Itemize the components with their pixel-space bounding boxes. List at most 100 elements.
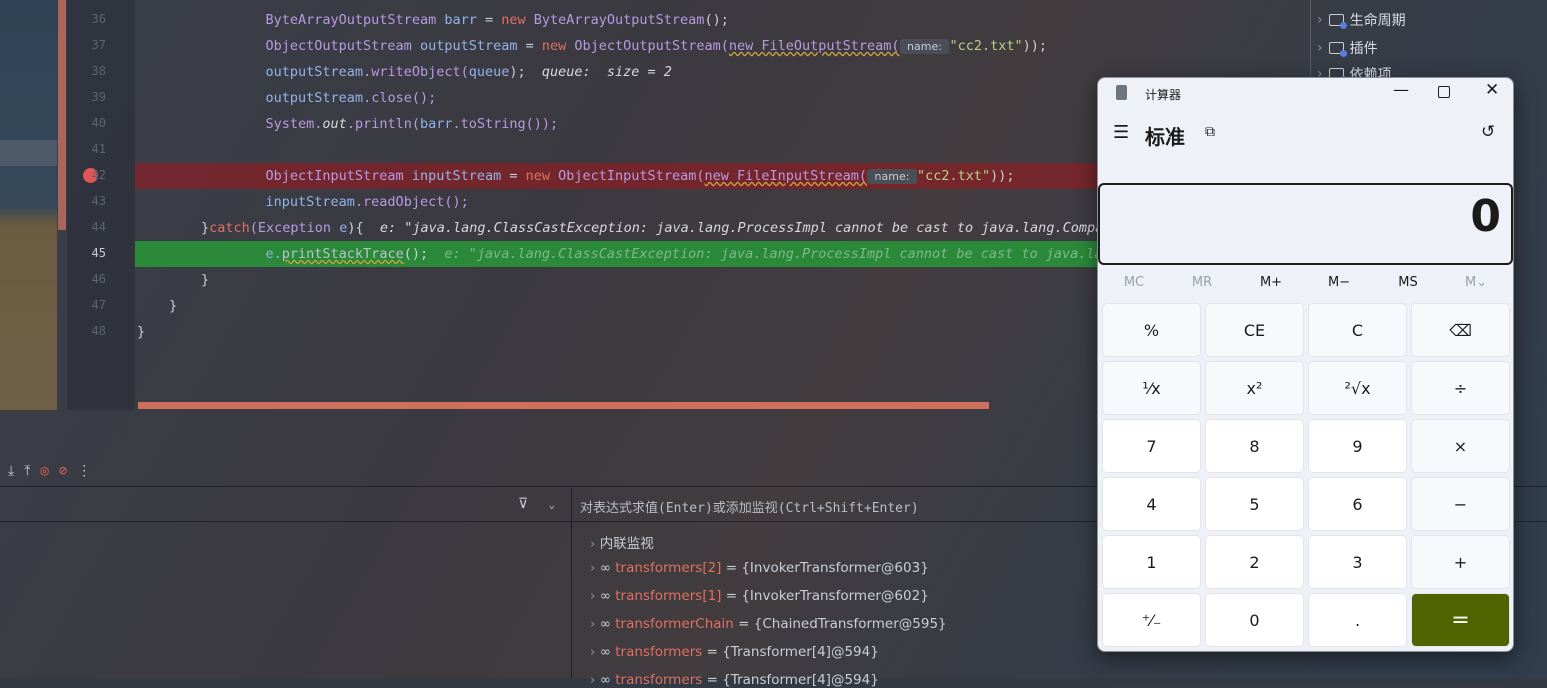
history-icon[interactable]: ↺ [1481, 122, 1495, 142]
code-token: name: [899, 39, 950, 54]
watch-item[interactable]: › ∞ transformerChain = {ChainedTransform… [590, 616, 947, 632]
memory-button[interactable]: M− [1309, 275, 1369, 290]
code-token: inputStream [265, 194, 355, 210]
calc-button[interactable]: 8 [1205, 419, 1304, 473]
tree-item[interactable]: › 生命周期 [1317, 10, 1406, 30]
memory-button[interactable]: M+ [1241, 275, 1301, 290]
memory-button[interactable]: MR [1172, 275, 1232, 290]
code-token: e: "java.lang.ClassCastException: java.l… [444, 246, 1097, 262]
code-token: new [541, 38, 575, 54]
minimize-button[interactable]: — [1393, 80, 1409, 99]
filter-icon[interactable]: ⊽ ⌄ [518, 496, 555, 512]
code-token: ObjectInputStream [265, 168, 412, 184]
expand-icon[interactable]: › [590, 616, 595, 632]
line-number: 40 [91, 116, 106, 130]
expand-icon[interactable]: › [590, 536, 595, 552]
calc-button[interactable]: ²√x [1308, 361, 1407, 415]
code-token: } [201, 220, 210, 236]
code-token: name: [867, 169, 917, 184]
chevron-down-icon[interactable]: ⌄ [549, 500, 555, 511]
calc-button[interactable]: 3 [1308, 535, 1407, 589]
upload-icon[interactable]: ⤒ [24, 463, 30, 479]
divider [571, 488, 572, 678]
menu-icon[interactable]: ☰ [1113, 122, 1129, 143]
expand-icon[interactable]: › [590, 588, 595, 604]
expand-icon[interactable]: › [590, 560, 595, 576]
watch-icon: ∞ [599, 588, 611, 604]
line-number: 47 [91, 298, 106, 312]
mute-breakpoints-icon[interactable]: ⊘ [59, 463, 67, 479]
code-line: ByteArrayOutputStream barr = new ByteArr… [233, 7, 729, 33]
code-token: .readObject(); [354, 194, 469, 210]
line-number: 45 [91, 246, 106, 260]
code-line: ObjectInputStream inputStream = new Obje… [233, 163, 1014, 189]
code-token: } [137, 324, 146, 340]
calc-button[interactable]: CE [1205, 303, 1304, 357]
code-token: new [501, 12, 534, 28]
watch-value: = {Transformer[4]@594} [702, 644, 879, 660]
calc-button[interactable]: 1 [1102, 535, 1201, 589]
code-line: ObjectOutputStream outputStream = new Ob… [233, 33, 1047, 59]
code-token: ObjectOutputStream( [574, 38, 729, 54]
code-token: (); [704, 12, 729, 28]
evaluate-expression-input[interactable]: 对表达式求值(Enter)或添加监视(Ctrl+Shift+Enter) [580, 497, 919, 516]
watch-item[interactable]: › ∞ transformers[2] = {InvokerTransforme… [590, 560, 929, 576]
code-line: }catch(Exception e){ e: "java.lang.Class… [201, 215, 1097, 241]
close-button[interactable]: ✕ [1485, 80, 1499, 100]
watch-item[interactable]: › ∞ transformers = {Transformer[4]@594} [590, 672, 879, 688]
line-number: 39 [91, 90, 106, 104]
calc-button[interactable]: + [1411, 535, 1510, 589]
calc-button[interactable]: 7 [1102, 419, 1201, 473]
watch-name: transformerChain [615, 616, 734, 632]
calc-button[interactable]: % [1102, 303, 1201, 357]
code-line: outputStream.writeObject(queue); queue: … [233, 59, 672, 85]
watch-value: = {Transformer[4]@594} [702, 672, 879, 688]
watch-item[interactable]: › 内联监视 [590, 532, 654, 552]
selected-item[interactable] [0, 140, 57, 166]
code-token: catch [209, 220, 250, 236]
watch-item[interactable]: › ∞ transformers = {Transformer[4]@594} [590, 644, 879, 660]
calc-button[interactable]: C [1308, 303, 1407, 357]
calc-button[interactable]: ⁺⁄₋ [1102, 593, 1201, 647]
more-icon[interactable]: ⋮ [77, 463, 91, 479]
calc-button[interactable]: = [1411, 593, 1510, 647]
code-token: outputStream [265, 64, 364, 80]
view-breakpoints-icon[interactable]: ◎ [40, 463, 48, 479]
calc-button[interactable]: ÷ [1411, 361, 1510, 415]
calc-button[interactable]: − [1411, 477, 1510, 531]
memory-button[interactable]: M⌄ [1446, 275, 1506, 290]
code-line: inputStream.readObject(); [233, 189, 469, 215]
code-token: ObjectInputStream( [558, 168, 705, 184]
code-token: new FileOutputStream( [728, 38, 900, 54]
maximize-button[interactable] [1438, 86, 1450, 98]
expand-icon[interactable]: › [590, 672, 595, 688]
calc-button[interactable]: 5 [1205, 477, 1304, 531]
watch-item[interactable]: › ∞ transformers[1] = {InvokerTransforme… [590, 588, 929, 604]
line-number: 46 [91, 272, 106, 286]
memory-button[interactable]: MC [1104, 275, 1164, 290]
calc-button[interactable]: ¹⁄x [1102, 361, 1201, 415]
display-value: 0 [1470, 191, 1501, 242]
code-token: new [525, 168, 559, 184]
download-icon[interactable]: ⤓ [8, 463, 14, 479]
tree-item[interactable]: › 插件 [1317, 38, 1378, 58]
calc-button[interactable]: 9 [1308, 419, 1407, 473]
calc-button[interactable]: x² [1205, 361, 1304, 415]
calculator-display: 0 [1098, 183, 1513, 265]
calc-button[interactable]: 0 [1205, 593, 1304, 647]
calc-button[interactable]: × [1411, 419, 1510, 473]
calc-button[interactable]: 6 [1308, 477, 1407, 531]
code-token: queue [468, 64, 510, 80]
code-token: queue: size = 2 [541, 64, 672, 80]
calc-button[interactable]: . [1308, 593, 1407, 647]
expand-icon[interactable]: › [590, 644, 595, 660]
calc-button[interactable]: 2 [1205, 535, 1304, 589]
calc-button[interactable]: ⌫ [1411, 303, 1510, 357]
calc-button[interactable]: 4 [1102, 477, 1201, 531]
code-editor[interactable]: ByteArrayOutputStream barr = new ByteArr… [135, 0, 1097, 410]
keep-on-top-icon[interactable]: ⧉ [1205, 124, 1215, 140]
memory-button[interactable]: MS [1378, 275, 1438, 290]
horizontal-scrollbar[interactable] [138, 402, 989, 409]
